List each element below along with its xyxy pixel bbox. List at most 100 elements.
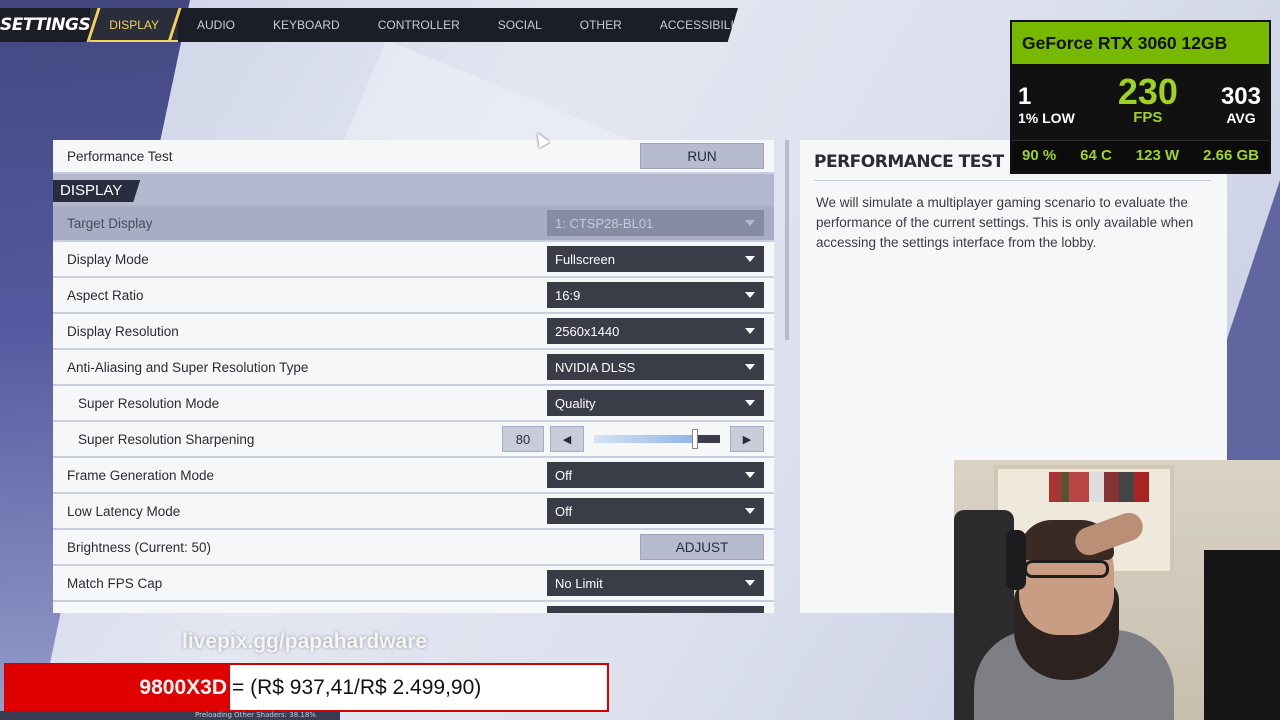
low-latency-row: Low Latency Mode Off (53, 494, 774, 530)
gpu-avg-col: 303 AVG (1220, 83, 1261, 127)
next-row-partial (53, 602, 774, 613)
anti-aliasing-dropdown[interactable]: NVIDIA DLSS (547, 354, 764, 380)
match-fps-cap-row: Match FPS Cap No Limit (53, 566, 774, 602)
tab-accessibility[interactable]: ACCESSIBILITY (641, 8, 738, 42)
super-resolution-mode-dropdown[interactable]: Quality (547, 390, 764, 416)
dropdown-value: Off (555, 467, 573, 483)
webcam-headset (1006, 530, 1026, 590)
chevron-down-icon (745, 580, 755, 586)
performance-test-label: Performance Test (67, 148, 173, 164)
adjust-button[interactable]: ADJUST (640, 534, 764, 560)
price-banner: 9800X3D = (R$ 937,41/R$ 2.499,90) (4, 663, 609, 712)
gpu-power: 123 W (1135, 147, 1180, 164)
gpu-stats: 90 % 64 C 123 W 2.66 GB (1012, 140, 1269, 170)
setting-label: Display Resolution (67, 323, 179, 339)
gpu-low-col: 1 1% LOW (1018, 83, 1075, 127)
gpu-temp: 64 C (1080, 147, 1112, 164)
dropdown-value: 2560x1440 (555, 323, 620, 339)
arrow-right-icon[interactable]: ▶ (730, 426, 764, 452)
setting-label: Anti-Aliasing and Super Resolution Type (67, 359, 309, 375)
settings-title: SETTINGS (0, 15, 91, 35)
tab-audio[interactable]: AUDIO (178, 8, 254, 42)
tab-display[interactable]: DISPLAY (90, 8, 179, 42)
setting-label: Display Mode (67, 251, 149, 267)
slider-thumb[interactable] (691, 429, 698, 449)
chevron-down-icon (745, 364, 755, 370)
gpu-avg-value: 303 (1220, 83, 1261, 110)
dropdown-value: Quality (555, 395, 596, 411)
livepix-link: livepix.gg/papahardware (182, 630, 428, 653)
dropdown-value: Off (555, 503, 573, 519)
dropdown-value: 16:9 (555, 287, 581, 303)
setting-label: Target Display (67, 215, 153, 231)
aspect-ratio-row: Aspect Ratio 16:9 (53, 278, 774, 314)
chevron-down-icon (745, 256, 755, 262)
tab-controller[interactable]: CONTROLLER (359, 8, 479, 42)
chevron-down-icon (745, 472, 755, 478)
performance-test-row: Performance Test RUN (53, 140, 774, 174)
tab-other[interactable]: OTHER (561, 8, 641, 42)
display-mode-dropdown[interactable]: Fullscreen (547, 246, 764, 272)
run-button[interactable]: RUN (640, 143, 764, 169)
aspect-ratio-dropdown[interactable]: 16:9 (547, 282, 764, 308)
gpu-fps-value: 230 (1117, 71, 1178, 112)
slider-track[interactable] (594, 429, 720, 449)
section-header: DISPLAY (53, 174, 774, 206)
setting-label: Super Resolution Mode (78, 395, 220, 411)
anti-aliasing-row: Anti-Aliasing and Super Resolution Type … (53, 350, 774, 386)
settings-panel: Performance Test RUN DISPLAY Target Disp… (53, 140, 774, 613)
gpu-vram: 2.66 GB (1203, 147, 1259, 164)
setting-label: Match FPS Cap (67, 575, 163, 591)
gpu-avg-label: AVG (1226, 110, 1256, 126)
chevron-down-icon (745, 328, 755, 334)
super-resolution-sharpening-row: Super Resolution Sharpening 80 ◀ ▶ (53, 422, 774, 458)
setting-label: Low Latency Mode (67, 503, 181, 519)
arrow-left-icon[interactable]: ◀ (550, 426, 584, 452)
chevron-down-icon (745, 292, 755, 298)
webcam-pc (1204, 550, 1280, 720)
setting-label: Brightness (Current: 50) (67, 539, 212, 555)
sharpening-value[interactable]: 80 (502, 426, 544, 452)
dropdown-value: Fullscreen (555, 251, 615, 267)
price-product: 9800X3D (6, 665, 230, 710)
chevron-down-icon (745, 220, 755, 226)
gpu-fps-block: 1 1% LOW 230 FPS 303 AVG (1010, 66, 1271, 127)
section-header-label: DISPLAY (53, 180, 141, 202)
tab-keyboard[interactable]: KEYBOARD (254, 8, 359, 42)
gpu-low-value: 1 (1018, 83, 1032, 110)
tab-social[interactable]: SOCIAL (479, 8, 561, 42)
webcam-person-glasses (1024, 560, 1109, 578)
display-resolution-dropdown[interactable]: 2560x1440 (547, 318, 764, 344)
match-fps-cap-dropdown[interactable]: No Limit (547, 570, 764, 596)
brightness-row: Brightness (Current: 50) ADJUST (53, 530, 774, 566)
gpu-low-label: 1% LOW (1018, 110, 1075, 126)
frame-generation-dropdown[interactable]: Off (547, 462, 764, 488)
partial-dropdown[interactable] (547, 606, 764, 613)
gpu-overlay: GeForce RTX 3060 12GB 1 1% LOW 230 FPS 3… (1010, 20, 1271, 174)
target-display-dropdown[interactable]: 1: CTSP28-BL01 (547, 210, 764, 236)
dropdown-value: 1: CTSP28-BL01 (555, 215, 654, 231)
dropdown-value: NVIDIA DLSS (555, 359, 636, 375)
super-resolution-mode-row: Super Resolution Mode Quality (53, 386, 774, 422)
scrollbar[interactable] (785, 140, 789, 340)
gpu-usage: 90 % (1022, 147, 1057, 164)
sharpening-slider: 80 ◀ ▶ (502, 426, 764, 452)
display-mode-row: Display Mode Fullscreen (53, 242, 774, 278)
top-nav: SETTINGS DISPLAY AUDIO KEYBOARD CONTROLL… (0, 8, 738, 42)
webcam-feed (954, 460, 1280, 720)
divider (814, 180, 1211, 181)
dropdown-value: No Limit (555, 575, 603, 591)
shader-status: Preloading Other Shaders: 38.18% (0, 711, 340, 720)
gpu-fps-label: FPS (1133, 109, 1163, 126)
chevron-down-icon (745, 508, 755, 514)
frame-generation-row: Frame Generation Mode Off (53, 458, 774, 494)
low-latency-dropdown[interactable]: Off (547, 498, 764, 524)
chevron-down-icon (745, 400, 755, 406)
setting-label: Super Resolution Sharpening (78, 431, 255, 447)
display-resolution-row: Display Resolution 2560x1440 (53, 314, 774, 350)
setting-label: Frame Generation Mode (67, 467, 215, 483)
info-description: We will simulate a multiplayer gaming sc… (816, 195, 1194, 250)
target-display-row: Target Display 1: CTSP28-BL01 (53, 206, 774, 242)
gpu-name: GeForce RTX 3060 12GB (1012, 22, 1269, 64)
setting-label: Aspect Ratio (67, 287, 144, 303)
